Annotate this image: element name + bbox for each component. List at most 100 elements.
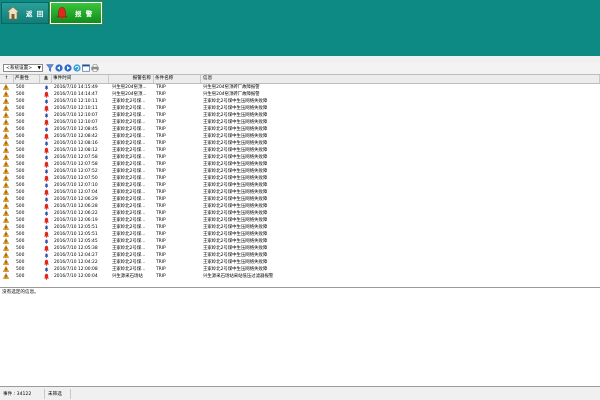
cell-info: 王家岭北2号煤中生压网络失败障: [203, 197, 268, 202]
cell-name: 王家岭北2号煤...: [112, 211, 146, 216]
back-arrow-icon[interactable]: [55, 64, 63, 72]
cell-time: 2016/7/10 12:06:28: [54, 204, 98, 209]
cell-cond: TRIP: [156, 267, 166, 272]
table-row[interactable]: 500 2016/7/10 12:10:07 王家岭北2号煤... TRIP 王家岭北2…: [0, 119, 600, 126]
alarm-button[interactable]: 报 警: [49, 1, 103, 25]
cell-name: 王家岭北2号煤...: [112, 162, 146, 167]
warning-icon: [3, 189, 11, 196]
forward-arrow-icon[interactable]: [64, 64, 72, 72]
table-row[interactable]: 500 2016/7/10 12:06:19 王家岭北2号煤... TRIP 王家岭北2…: [0, 217, 600, 224]
event-time-column-header[interactable]: 事件时间: [52, 75, 109, 83]
cell-sev: 500: [16, 260, 25, 265]
table-row[interactable]: 500 2016/7/10 12:08:12 王家岭北2号煤... TRIP 王家岭北2…: [0, 147, 600, 154]
table-row[interactable]: 500 2016/7/10 12:10:11 王家岭北2号煤... TRIP 王家岭北2…: [0, 98, 600, 105]
cell-name: 王家岭北2号煤...: [112, 113, 146, 118]
table-row[interactable]: 500 2016/7/10 12:06:28 王家岭北2号煤... TRIP 王家岭北2…: [0, 203, 600, 210]
refresh-icon[interactable]: [73, 64, 81, 72]
table-row[interactable]: 500 2016/7/10 12:08:45 王家岭北2号煤... TRIP 王家岭北2…: [0, 126, 600, 133]
cell-name: 王家岭北2号煤...: [112, 183, 146, 188]
cell-name: 王家岭北2号煤...: [112, 260, 146, 265]
cell-name: 王家岭北2号煤...: [112, 155, 146, 160]
cell-info: 王家岭北2号煤中生压网络失败障: [203, 260, 268, 265]
cell-sev: 500: [16, 92, 25, 97]
table-row[interactable]: 500 2016/7/10 12:07:10 王家岭北2号煤... TRIP 王家岭北2…: [0, 182, 600, 189]
alarm-name-column-header[interactable]: 报警名称: [109, 75, 154, 83]
blue-bell-icon: [42, 252, 51, 259]
blue-bell-icon: [42, 168, 51, 175]
red-bell-icon: [42, 217, 51, 224]
filter-status: 未筛选: [48, 392, 62, 397]
filter-icon[interactable]: [46, 64, 54, 72]
table-row[interactable]: 500 2016/7/10 14:15:49 兴生窑204窑顶... TRIP 兴生窑2…: [0, 84, 600, 91]
cell-time: 2016/7/10 12:10:11: [54, 99, 98, 104]
cell-cond: TRIP: [156, 253, 166, 258]
table-row[interactable]: 500 2016/7/10 12:05:51 王家岭北2号煤... TRIP 王家岭北2…: [0, 231, 600, 238]
red-bell-icon: [42, 245, 51, 252]
cell-sev: 500: [16, 99, 25, 104]
blue-bell-icon: [42, 126, 51, 133]
profile-dropdown[interactable]: <系统设置> ▼: [3, 64, 43, 72]
warning-icon: [3, 91, 11, 98]
table-row[interactable]: 500 2016/7/10 12:04:27 王家岭北2号煤... TRIP 王家岭北2…: [0, 252, 600, 259]
condition-name-column-header[interactable]: 条件名称: [154, 75, 201, 83]
warning-icon: [3, 133, 11, 140]
cell-name: 兴生窑204窑顶...: [112, 92, 147, 97]
table-row[interactable]: 500 2016/7/10 12:10:11 王家岭北2号煤... TRIP 王家岭北2…: [0, 105, 600, 112]
warning-icon: [3, 273, 11, 280]
window-icon[interactable]: [82, 64, 90, 72]
cell-time: 2016/7/10 12:04:27: [54, 253, 98, 258]
warning-icon: [3, 196, 11, 203]
bell-icon: [43, 75, 48, 80]
cell-cond: TRIP: [156, 218, 166, 223]
warning-icon: [3, 98, 11, 105]
cell-info: 王家岭北2号煤中生压网络失败障: [203, 176, 268, 181]
cell-sev: 500: [16, 113, 25, 118]
sort-column-header[interactable]: ↑: [0, 75, 14, 83]
cell-info: 王家岭北2号煤中生压网络失败障: [203, 99, 268, 104]
cell-name: 王家岭北2号煤...: [112, 120, 146, 125]
profile-dropdown-value: <系统设置>: [6, 66, 33, 71]
table-row[interactable]: 500 2016/7/10 12:07:50 王家岭北2号煤... TRIP 王家岭北2…: [0, 175, 600, 182]
back-button[interactable]: 返 回: [1, 2, 49, 24]
cell-time: 2016/7/10 12:08:45: [54, 127, 98, 132]
cell-time: 2016/7/10 12:07:52: [54, 169, 98, 174]
blue-bell-icon: [42, 154, 51, 161]
table-row[interactable]: 500 2016/7/10 12:00:08 王家岭北2号煤... TRIP 王家岭北2…: [0, 266, 600, 273]
cell-time: 2016/7/10 12:08:42: [54, 134, 98, 139]
warning-icon: [3, 161, 11, 168]
severity-column-header[interactable]: 严重性: [14, 75, 40, 83]
table-row[interactable]: 500 2016/7/10 12:07:52 王家岭北2号煤... TRIP 王家岭北2…: [0, 168, 600, 175]
table-row[interactable]: 500 2016/7/10 14:14:47 兴生窑204窑顶... TRIP 兴生窑2…: [0, 91, 600, 98]
warning-icon: [3, 266, 11, 273]
table-row[interactable]: 500 2016/7/10 12:00:04 兴生源采石场站 TRIP 兴生源采石场站采…: [0, 273, 600, 280]
cell-info: 王家岭北2号煤中生压网络失败障: [203, 106, 268, 111]
blue-bell-icon: [42, 98, 51, 105]
table-row[interactable]: 500 2016/7/10 12:08:16 王家岭北2号煤... TRIP 王家岭北2…: [0, 140, 600, 147]
event-count: 事件 : 34122: [3, 392, 32, 397]
table-row[interactable]: 500 2016/7/10 12:08:42 王家岭北2号煤... TRIP 王家岭北2…: [0, 133, 600, 140]
cell-info: 王家岭北2号煤中生压网络失败障: [203, 225, 268, 230]
cell-info: 王家岭北2号煤中生压网络失败障: [203, 190, 268, 195]
info-column-header[interactable]: 信息: [201, 75, 600, 83]
detail-pane: 没有选定的信息。: [0, 287, 600, 387]
table-row[interactable]: 500 2016/7/10 12:05:45 王家岭北2号煤... TRIP 王家岭北2…: [0, 238, 600, 245]
print-icon[interactable]: [91, 64, 99, 72]
table-row[interactable]: 500 2016/7/10 12:10:07 王家岭北2号煤... TRIP 王家岭北2…: [0, 112, 600, 119]
table-row[interactable]: 500 2016/7/10 12:06:29 王家岭北2号煤... TRIP 王家岭北2…: [0, 196, 600, 203]
table-row[interactable]: 500 2016/7/10 12:07:04 王家岭北2号煤... TRIP 王家岭北2…: [0, 189, 600, 196]
table-row[interactable]: 500 2016/7/10 12:05:51 王家岭北2号煤... TRIP 王家岭北2…: [0, 224, 600, 231]
table-row[interactable]: 500 2016/7/10 12:07:58 王家岭北2号煤... TRIP 王家岭北2…: [0, 161, 600, 168]
blue-bell-icon: [42, 224, 51, 231]
cell-time: 2016/7/10 12:06:19: [54, 218, 98, 223]
cell-name: 王家岭北2号煤...: [112, 169, 146, 174]
red-bell-icon: [42, 175, 51, 182]
table-row[interactable]: 500 2016/7/10 12:05:38 王家岭北2号煤... TRIP 王家岭北2…: [0, 245, 600, 252]
table-row[interactable]: 500 2016/7/10 12:07:58 王家岭北2号煤... TRIP 王家岭北2…: [0, 154, 600, 161]
warning-icon: [3, 245, 11, 252]
bell-column-header[interactable]: [40, 75, 52, 83]
table-row[interactable]: 500 2016/7/10 12:04:22 王家岭北2号煤... TRIP 王家岭北2…: [0, 259, 600, 266]
cell-info: 兴生源采石场站采站低压过滤器报警: [203, 274, 274, 279]
cell-info: 王家岭北2号煤中生压网络失败障: [203, 155, 268, 160]
table-row[interactable]: 500 2016/7/10 12:06:22 王家岭北2号煤... TRIP 王家岭北2…: [0, 210, 600, 217]
cell-sev: 500: [16, 239, 25, 244]
